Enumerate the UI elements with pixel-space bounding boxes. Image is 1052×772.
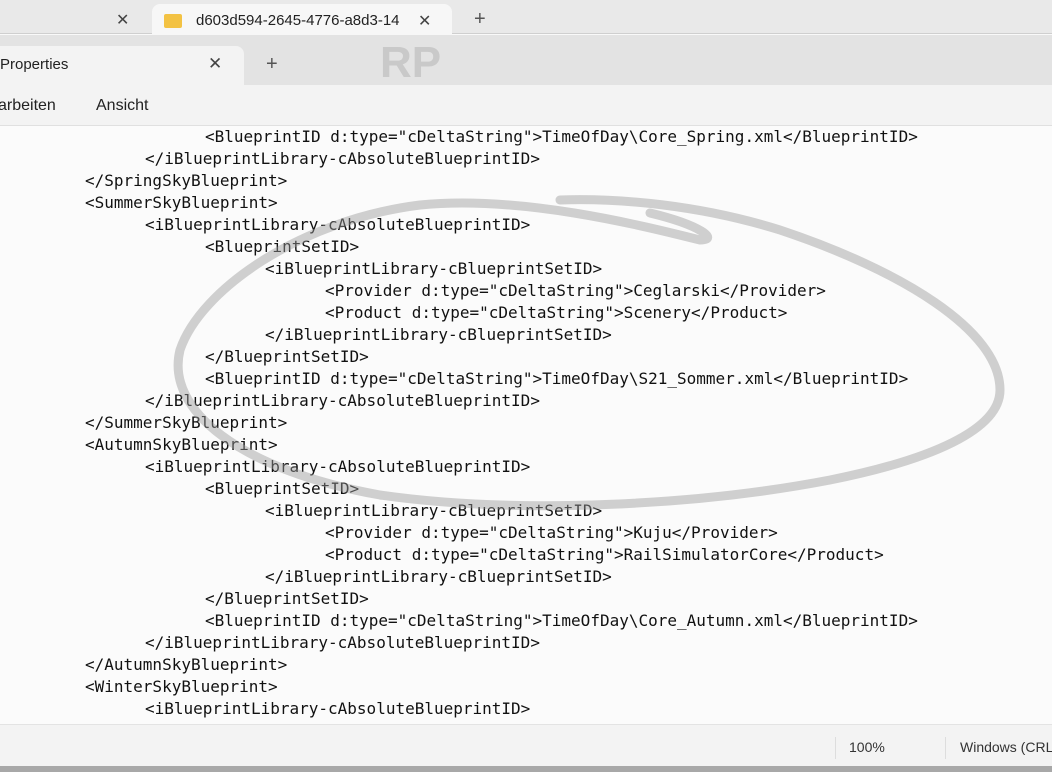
outer-tab-bar: ✕ d603d594-2645-4776-a8d3-14 ✕ + (0, 0, 1052, 35)
code-line: <iBlueprintLibrary-cAbsoluteBlueprintID> (145, 215, 531, 234)
code-line: </iBlueprintLibrary-cBlueprintSetID> (265, 325, 612, 344)
text-editor[interactable]: <BlueprintID d:type="cDeltaString">TimeO… (0, 126, 1052, 724)
code-line: </BlueprintSetID> (205, 589, 369, 608)
notepad-tab-bar: Properties ✕ + RP (0, 35, 1052, 87)
explorer-tab[interactable]: d603d594-2645-4776-a8d3-14 ✕ (152, 4, 452, 35)
code-line: </iBlueprintLibrary-cAbsoluteBlueprintID… (145, 149, 540, 168)
tab-title: d603d594-2645-4776-a8d3-14 (196, 12, 400, 29)
code-line: <BlueprintID d:type="cDeltaString">TimeO… (205, 369, 909, 388)
close-icon[interactable]: ✕ (116, 10, 129, 30)
code-line: <SummerSkyBlueprint> (85, 193, 278, 212)
code-line: <Product d:type="cDeltaString">Scenery</… (325, 303, 788, 322)
code-line: <iBlueprintLibrary-cAbsoluteBlueprintID> (145, 457, 531, 476)
code-line: <iBlueprintLibrary-cBlueprintSetID> (265, 501, 603, 520)
code-line: <Provider d:type="cDeltaString">Ceglarsk… (325, 281, 826, 300)
code-line: <iBlueprintLibrary-cAbsoluteBlueprintID> (145, 699, 531, 718)
folder-icon (164, 14, 182, 28)
tab-title: Properties (0, 56, 69, 73)
new-tab-button[interactable]: + (266, 53, 278, 76)
code-line: <BlueprintSetID> (205, 479, 360, 498)
code-line: </iBlueprintLibrary-cAbsoluteBlueprintID… (145, 391, 540, 410)
close-icon[interactable]: ✕ (418, 11, 431, 31)
code-line: <BlueprintID d:type="cDeltaString">TimeO… (205, 611, 918, 630)
code-line: <Provider d:type="cDeltaString">Kuju</Pr… (325, 523, 778, 542)
watermark-logo: RP (380, 38, 442, 87)
menu-view[interactable]: Ansicht (96, 97, 148, 115)
code-line: </SpringSkyBlueprint> (85, 171, 288, 190)
code-line: </AutumnSkyBlueprint> (85, 655, 288, 674)
code-line: </BlueprintSetID> (205, 347, 369, 366)
divider (835, 737, 836, 759)
menu-bar: arbeiten Ansicht (0, 85, 1052, 126)
code-line: <Product d:type="cDeltaString">RailSimul… (325, 545, 884, 564)
code-line: <iBlueprintLibrary-cBlueprintSetID> (265, 259, 603, 278)
close-icon[interactable]: ✕ (208, 54, 222, 74)
code-line: </iBlueprintLibrary-cAbsoluteBlueprintID… (145, 633, 540, 652)
code-line: </iBlueprintLibrary-cBlueprintSetID> (265, 567, 612, 586)
code-line: <BlueprintID d:type="cDeltaString">TimeO… (205, 127, 918, 146)
status-bar: 100% Windows (CRLF) (0, 724, 1052, 766)
taskbar-edge (0, 766, 1052, 772)
menu-edit[interactable]: arbeiten (0, 97, 56, 115)
code-line: </SummerSkyBlueprint> (85, 413, 288, 432)
zoom-level[interactable]: 100% (849, 739, 885, 755)
code-line: <BlueprintSetID> (205, 237, 360, 256)
code-line: <WinterSkyBlueprint> (85, 677, 278, 696)
line-ending[interactable]: Windows (CRLF) (960, 739, 1052, 755)
new-tab-button[interactable]: + (474, 8, 486, 31)
divider (945, 737, 946, 759)
notepad-tab[interactable]: Properties ✕ (0, 46, 244, 85)
code-line: <AutumnSkyBlueprint> (85, 435, 278, 454)
